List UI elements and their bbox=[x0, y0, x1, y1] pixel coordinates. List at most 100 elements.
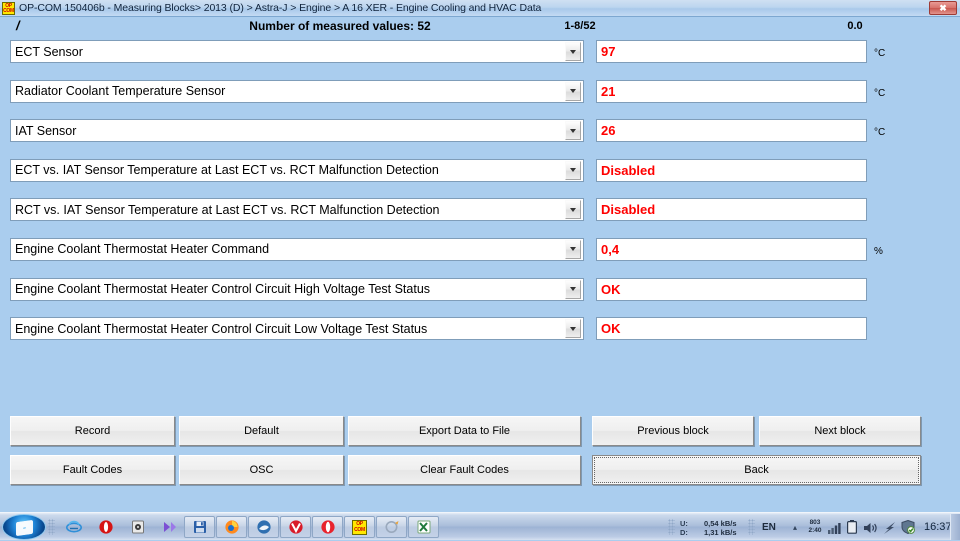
opcom-icon[interactable]: OPCOM bbox=[344, 516, 375, 538]
value-text: OK bbox=[597, 282, 621, 297]
show-desktop-button[interactable] bbox=[950, 514, 960, 540]
unit-label: °C bbox=[874, 88, 885, 99]
media-player-icon[interactable] bbox=[122, 516, 153, 538]
chevron-down-icon[interactable] bbox=[565, 240, 581, 259]
internet-explorer-icon[interactable] bbox=[58, 516, 89, 538]
net-upload-value: 0,54 kB/s bbox=[704, 519, 737, 528]
parameter-select[interactable]: Radiator Coolant Temperature Sensor bbox=[10, 80, 584, 103]
clear-fault-codes-button[interactable]: Clear Fault Codes bbox=[348, 455, 581, 485]
signal-bars-icon[interactable] bbox=[828, 521, 841, 539]
quicklaunch-grip[interactable] bbox=[48, 519, 55, 535]
language-indicator[interactable]: EN bbox=[762, 522, 776, 533]
value-text: OK bbox=[597, 321, 621, 336]
dialup-icon[interactable] bbox=[376, 516, 407, 538]
tray-grip-left bbox=[668, 519, 675, 535]
show-hidden-icons-chevron[interactable]: ▴ bbox=[793, 523, 797, 532]
uptime-top-label: 803 bbox=[806, 519, 824, 527]
parameter-label: Engine Coolant Thermostat Heater Command bbox=[11, 242, 565, 256]
value-field[interactable]: 97 bbox=[596, 40, 867, 63]
measurement-row: RCT vs. IAT Sensor Temperature at Last E… bbox=[0, 194, 960, 234]
security-shield-icon[interactable] bbox=[901, 520, 915, 539]
value-text: 0,4 bbox=[597, 242, 619, 257]
chevron-down-icon[interactable] bbox=[565, 319, 581, 338]
seamonkey-icon[interactable] bbox=[248, 516, 279, 538]
export-data-to-file-button[interactable]: Export Data to File bbox=[348, 416, 581, 446]
measurement-row: Engine Coolant Thermostat Heater Control… bbox=[0, 274, 960, 314]
block-range-label: 1-8/52 bbox=[540, 20, 620, 32]
parameter-label: Engine Coolant Thermostat Heater Control… bbox=[11, 322, 565, 336]
excel-icon[interactable] bbox=[408, 516, 439, 538]
flash-icon[interactable] bbox=[883, 521, 896, 539]
value-field[interactable]: Disabled bbox=[596, 198, 867, 221]
parameter-select[interactable]: ECT Sensor bbox=[10, 40, 584, 63]
value-text: Disabled bbox=[597, 163, 655, 178]
value-field[interactable]: Disabled bbox=[596, 159, 867, 182]
system-tray: U: D: 0,54 kB/s 1,31 kB/s EN ▴ 803 2:40 … bbox=[660, 513, 960, 541]
default-button[interactable]: Default bbox=[179, 416, 344, 446]
taskbar-clock[interactable]: 16:37 bbox=[924, 521, 952, 533]
firefox-icon[interactable] bbox=[216, 516, 247, 538]
value-field[interactable]: OK bbox=[596, 278, 867, 301]
measurement-row: ECT Sensor 97 °C bbox=[0, 36, 960, 76]
parameter-label: ECT vs. IAT Sensor Temperature at Last E… bbox=[11, 163, 565, 177]
next-block-button[interactable]: Next block bbox=[759, 416, 921, 446]
opcom-logo-icon: OPCOM bbox=[2, 2, 15, 15]
battery-icon[interactable] bbox=[847, 520, 857, 539]
measurement-row: Engine Coolant Thermostat Heater Control… bbox=[0, 313, 960, 353]
value-text: 97 bbox=[597, 44, 615, 59]
measurement-row: IAT Sensor26°C bbox=[0, 115, 960, 155]
chevron-down-icon[interactable] bbox=[565, 82, 581, 101]
window-title: OP-COM 150406b - Measuring Blocks> 2013 … bbox=[19, 2, 541, 14]
measurement-rows: ECT Sensor97°CRadiator Coolant Temperatu… bbox=[0, 36, 960, 353]
window-title-bar: OPCOM OP-COM 150406b - Measuring Blocks>… bbox=[0, 0, 960, 17]
value-text: 26 bbox=[597, 123, 615, 138]
parameter-label: RCT vs. IAT Sensor Temperature at Last E… bbox=[11, 203, 565, 217]
save-floppy-icon[interactable] bbox=[184, 516, 215, 538]
value-field[interactable]: OK bbox=[596, 317, 867, 340]
value-field[interactable]: 21 bbox=[596, 80, 867, 103]
start-orb-icon[interactable] bbox=[2, 514, 46, 540]
uptime-bottom-label: 2:40 bbox=[806, 527, 824, 535]
chevron-down-icon[interactable] bbox=[565, 280, 581, 299]
value-field[interactable]: 26 bbox=[596, 119, 867, 142]
parameter-label: IAT Sensor bbox=[11, 124, 565, 138]
net-upload-label: U: bbox=[680, 519, 688, 528]
chevron-down-icon[interactable] bbox=[565, 200, 581, 219]
windows-media-center-icon[interactable] bbox=[154, 516, 185, 538]
value-text: Disabled bbox=[597, 202, 655, 217]
parameter-label: ECT Sensor bbox=[11, 45, 565, 59]
parameter-select[interactable]: RCT vs. IAT Sensor Temperature at Last E… bbox=[10, 198, 584, 221]
chevron-down-icon[interactable] bbox=[565, 42, 581, 61]
parameter-select[interactable]: Engine Coolant Thermostat Heater Command bbox=[10, 238, 584, 261]
volume-icon[interactable] bbox=[864, 521, 878, 539]
parameter-select[interactable]: IAT Sensor bbox=[10, 119, 584, 142]
value-text: 21 bbox=[597, 84, 615, 99]
header-value-label: 0.0 bbox=[800, 20, 910, 32]
opera-red-icon[interactable] bbox=[90, 516, 121, 538]
measurement-row: Radiator Coolant Temperature Sensor 21 °C bbox=[0, 76, 960, 116]
measuring-blocks-header: / Number of measured values: 52 1-8/52 0… bbox=[0, 17, 960, 35]
parameter-select[interactable]: Engine Coolant Thermostat Heater Control… bbox=[10, 278, 584, 301]
net-download-value: 1,31 kB/s bbox=[704, 528, 737, 537]
parameter-select[interactable]: ECT vs. IAT Sensor Temperature at Last E… bbox=[10, 159, 584, 182]
vivaldi-icon[interactable] bbox=[280, 516, 311, 538]
measurement-row: ECT vs. IAT Sensor Temperature at Last E… bbox=[0, 155, 960, 195]
previous-block-button[interactable]: Previous block bbox=[592, 416, 754, 446]
close-button[interactable]: ✖ bbox=[929, 1, 957, 15]
opera-icon[interactable] bbox=[312, 516, 343, 538]
parameter-select[interactable]: Engine Coolant Thermostat Heater Control… bbox=[10, 317, 584, 340]
parameter-label: Engine Coolant Thermostat Heater Control… bbox=[11, 282, 565, 296]
measurement-row: Engine Coolant Thermostat Heater Command… bbox=[0, 234, 960, 274]
unit-label: °C bbox=[874, 48, 885, 59]
action-button-bar: Record Default Export Data to File Previ… bbox=[0, 414, 960, 490]
value-field[interactable]: 0,4 bbox=[596, 238, 867, 261]
unit-label: % bbox=[874, 246, 883, 257]
tray-grip-right bbox=[748, 519, 755, 535]
record-button[interactable]: Record bbox=[10, 416, 175, 446]
chevron-down-icon[interactable] bbox=[565, 121, 581, 140]
osc-button[interactable]: OSC bbox=[179, 455, 344, 485]
fault-codes-button[interactable]: Fault Codes bbox=[10, 455, 175, 485]
chevron-down-icon[interactable] bbox=[565, 161, 581, 180]
parameter-label: Radiator Coolant Temperature Sensor bbox=[11, 84, 565, 98]
back-button[interactable]: Back bbox=[592, 455, 921, 485]
